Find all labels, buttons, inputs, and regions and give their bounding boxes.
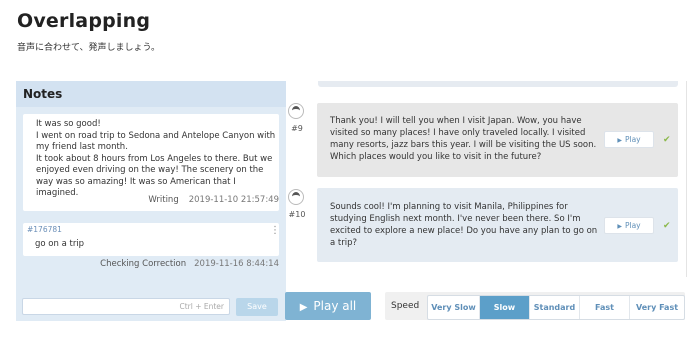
kebab-menu-icon[interactable]: ⋮ [270,226,280,236]
user-avatar-icon [288,189,304,205]
note-input[interactable]: Ctrl + Enter [22,298,230,315]
notes-header: Notes [16,81,286,107]
save-button[interactable]: Save [236,298,278,316]
previous-message-bubble [318,81,678,87]
message-number: #10 [288,210,306,219]
play-all-button[interactable]: ▶ Play all [285,292,371,320]
note-text: It was so good! I went on road trip to S… [36,119,276,198]
check-icon: ✔ [663,135,671,145]
notes-title: Notes [23,87,63,101]
user-avatar-icon [288,103,304,119]
play-icon: ▶ [617,137,622,144]
speed-selector: Very Slow Slow Standard Fast Very Fast [427,295,685,320]
correction-id[interactable]: #176781 [27,225,62,234]
play-all-label: Play all [313,299,357,313]
chat-area[interactable]: #9 Thank you! I will tell you when I vis… [286,81,687,277]
speed-option-very-fast[interactable]: Very Fast [629,296,684,319]
play-button[interactable]: ▶ Play [604,217,654,234]
message-text: Thank you! I will tell you when I visit … [330,116,597,162]
speed-option-fast[interactable]: Fast [579,296,629,319]
speed-option-standard[interactable]: Standard [529,296,579,319]
speed-option-very-slow[interactable]: Very Slow [428,296,479,319]
speed-label: Speed [391,301,420,311]
play-label: Play [624,221,641,230]
play-icon: ▶ [299,302,308,313]
message-number: #9 [291,124,303,133]
play-icon: ▶ [617,223,622,230]
message-text: Sounds cool! I'm planning to visit Manil… [330,202,598,248]
correction-text: go on a trip [35,239,85,249]
note-meta: Writing 2019-11-10 21:57:49 [148,195,279,205]
note-type: Writing [148,195,179,205]
correction-meta: Checking Correction 2019-11-16 8:44:14 [100,259,279,269]
check-icon: ✔ [663,221,671,231]
correction-timestamp: 2019-11-16 8:44:14 [194,259,279,269]
page-subtitle: 音声に合わせて、発声しましょう。 [17,43,161,53]
play-label: Play [624,135,641,144]
note-timestamp: 2019-11-10 21:57:49 [188,195,279,205]
speed-option-slow[interactable]: Slow [479,296,529,319]
page-title: Overlapping [17,10,151,32]
play-button[interactable]: ▶ Play [604,131,654,148]
correction-type: Checking Correction [100,259,187,269]
